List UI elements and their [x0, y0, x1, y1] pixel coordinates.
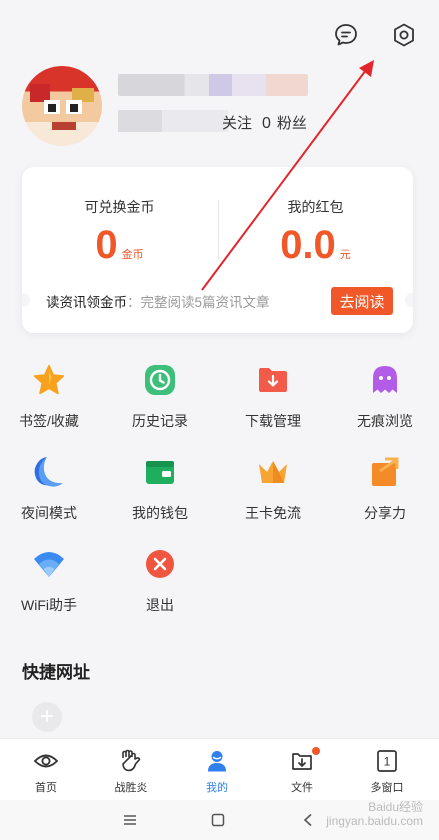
hexagon-settings-icon — [394, 23, 414, 47]
redpacket-unit: 元 — [339, 249, 351, 261]
coins-label: 可兑换金币 — [84, 199, 155, 215]
file-download-icon — [292, 753, 312, 770]
eye-icon — [33, 754, 59, 768]
nav-label: 首页 — [35, 782, 57, 794]
sys-menu-button[interactable] — [118, 810, 142, 830]
coins-column[interactable]: 可兑换金币 0 金币 — [22, 197, 217, 275]
feature-label: 分享力 — [364, 505, 406, 521]
wallet-icon — [142, 454, 178, 490]
message-button[interactable] — [331, 20, 361, 50]
sys-back-button[interactable] — [296, 810, 320, 830]
feature-wifi[interactable]: WiFi助手 — [0, 546, 104, 626]
coins-value: 0 金币 — [22, 225, 217, 275]
window-count-icon: 1 — [377, 750, 397, 772]
share-box-icon — [367, 454, 403, 490]
watermark-line2: jingyan.baidu.com — [326, 814, 423, 829]
redpacket-label: 我的红包 — [287, 199, 344, 215]
card-notch-left — [22, 293, 30, 307]
feature-label: 无痕浏览 — [357, 413, 413, 429]
wallet-card: 可兑换金币 0 金币 我的红包 0.0 元 读资讯领金币：完整阅读5篇资讯文章 去阅… — [22, 167, 413, 333]
feature-label: 历史记录 — [132, 413, 188, 429]
feature-incognito[interactable]: 无痕浏览 — [330, 362, 439, 442]
files-badge-dot — [312, 747, 320, 755]
square-home-icon — [211, 813, 225, 827]
avatar[interactable] — [22, 66, 102, 146]
wifi-icon — [31, 546, 67, 582]
person-icon — [208, 751, 226, 772]
chat-bubble-icon — [335, 24, 357, 46]
feature-wallet[interactable]: 我的钱包 — [105, 454, 215, 534]
feature-night-mode[interactable]: 夜间模式 — [0, 454, 104, 534]
feature-label: 夜间模式 — [21, 505, 77, 521]
redpacket-value: 0.0 元 — [218, 225, 413, 275]
fans-label: 粉丝 — [276, 115, 307, 132]
crown-icon — [255, 454, 291, 490]
bottom-nav: 首页 战胜炎 我的 文件 1 多窗口 — [0, 738, 439, 800]
menu-icon — [124, 815, 136, 825]
coins-unit: 金币 — [121, 249, 144, 261]
settings-button[interactable] — [389, 20, 419, 50]
subtitle-blurred — [118, 110, 228, 132]
feature-label: 退出 — [146, 597, 174, 613]
fans-stat[interactable]: 0 粉丝 — [262, 112, 307, 133]
nav-home[interactable]: 首页 — [6, 749, 86, 795]
top-bar — [331, 20, 419, 50]
profile-section[interactable]: 关注 0 粉丝 — [22, 66, 422, 146]
feature-label: 王卡免流 — [245, 505, 301, 521]
baidu-watermark: Baidu经验 jingyan.baidu.com — [326, 800, 423, 829]
following-label: 关注 — [222, 115, 253, 132]
nav-mine[interactable]: 我的 — [177, 749, 257, 795]
fans-count: 0 — [262, 115, 271, 132]
star-icon — [31, 362, 67, 398]
redpacket-number: 0.0 — [280, 223, 336, 267]
feature-label: WiFi助手 — [21, 597, 77, 613]
feature-king-card[interactable]: 王卡免流 — [218, 454, 328, 534]
quick-sites-title: 快捷网址 — [22, 663, 90, 682]
nav-label: 我的 — [206, 782, 228, 794]
back-chevron-icon — [303, 813, 312, 827]
ghost-icon — [367, 362, 403, 398]
add-site-button[interactable]: + — [32, 702, 62, 732]
fist-icon — [122, 749, 141, 772]
read-task-text: 读资讯领金币：完整阅读5篇资讯文章 — [46, 291, 270, 311]
exit-icon — [142, 546, 178, 582]
coins-number: 0 — [95, 223, 118, 267]
moon-icon — [31, 454, 67, 490]
go-read-button[interactable]: 去阅读 — [331, 287, 393, 315]
clock-icon — [142, 362, 178, 398]
nav-label: 文件 — [291, 782, 313, 794]
feature-label: 我的钱包 — [132, 505, 188, 521]
nav-label: 战胜炎 — [114, 782, 148, 794]
sys-home-button[interactable] — [206, 810, 230, 830]
nav-fight[interactable]: 战胜炎 — [91, 749, 171, 795]
watermark-line1: Baidu经验 — [368, 800, 423, 814]
feature-bookmarks[interactable]: 书签/收藏 — [0, 362, 104, 442]
feature-label: 书签/收藏 — [19, 413, 79, 429]
nav-windows[interactable]: 1 多窗口 — [347, 749, 427, 795]
card-notch-right — [405, 293, 413, 307]
nickname-blurred — [118, 74, 308, 96]
read-task-title: 读资讯领金币 — [46, 295, 127, 310]
feature-share[interactable]: 分享力 — [330, 454, 439, 534]
feature-downloads[interactable]: 下载管理 — [218, 362, 328, 442]
download-folder-icon — [255, 362, 291, 398]
redpacket-column[interactable]: 我的红包 0.0 元 — [218, 197, 413, 275]
feature-history[interactable]: 历史记录 — [105, 362, 215, 442]
read-task-desc: ：完整阅读5篇资讯文章 — [127, 295, 270, 310]
following-stat[interactable]: 关注 — [222, 112, 252, 133]
feature-exit[interactable]: 退出 — [105, 546, 215, 626]
window-count: 1 — [384, 755, 391, 769]
nav-label: 多窗口 — [370, 782, 404, 794]
nav-files[interactable]: 文件 — [262, 747, 342, 795]
feature-label: 下载管理 — [245, 413, 301, 429]
